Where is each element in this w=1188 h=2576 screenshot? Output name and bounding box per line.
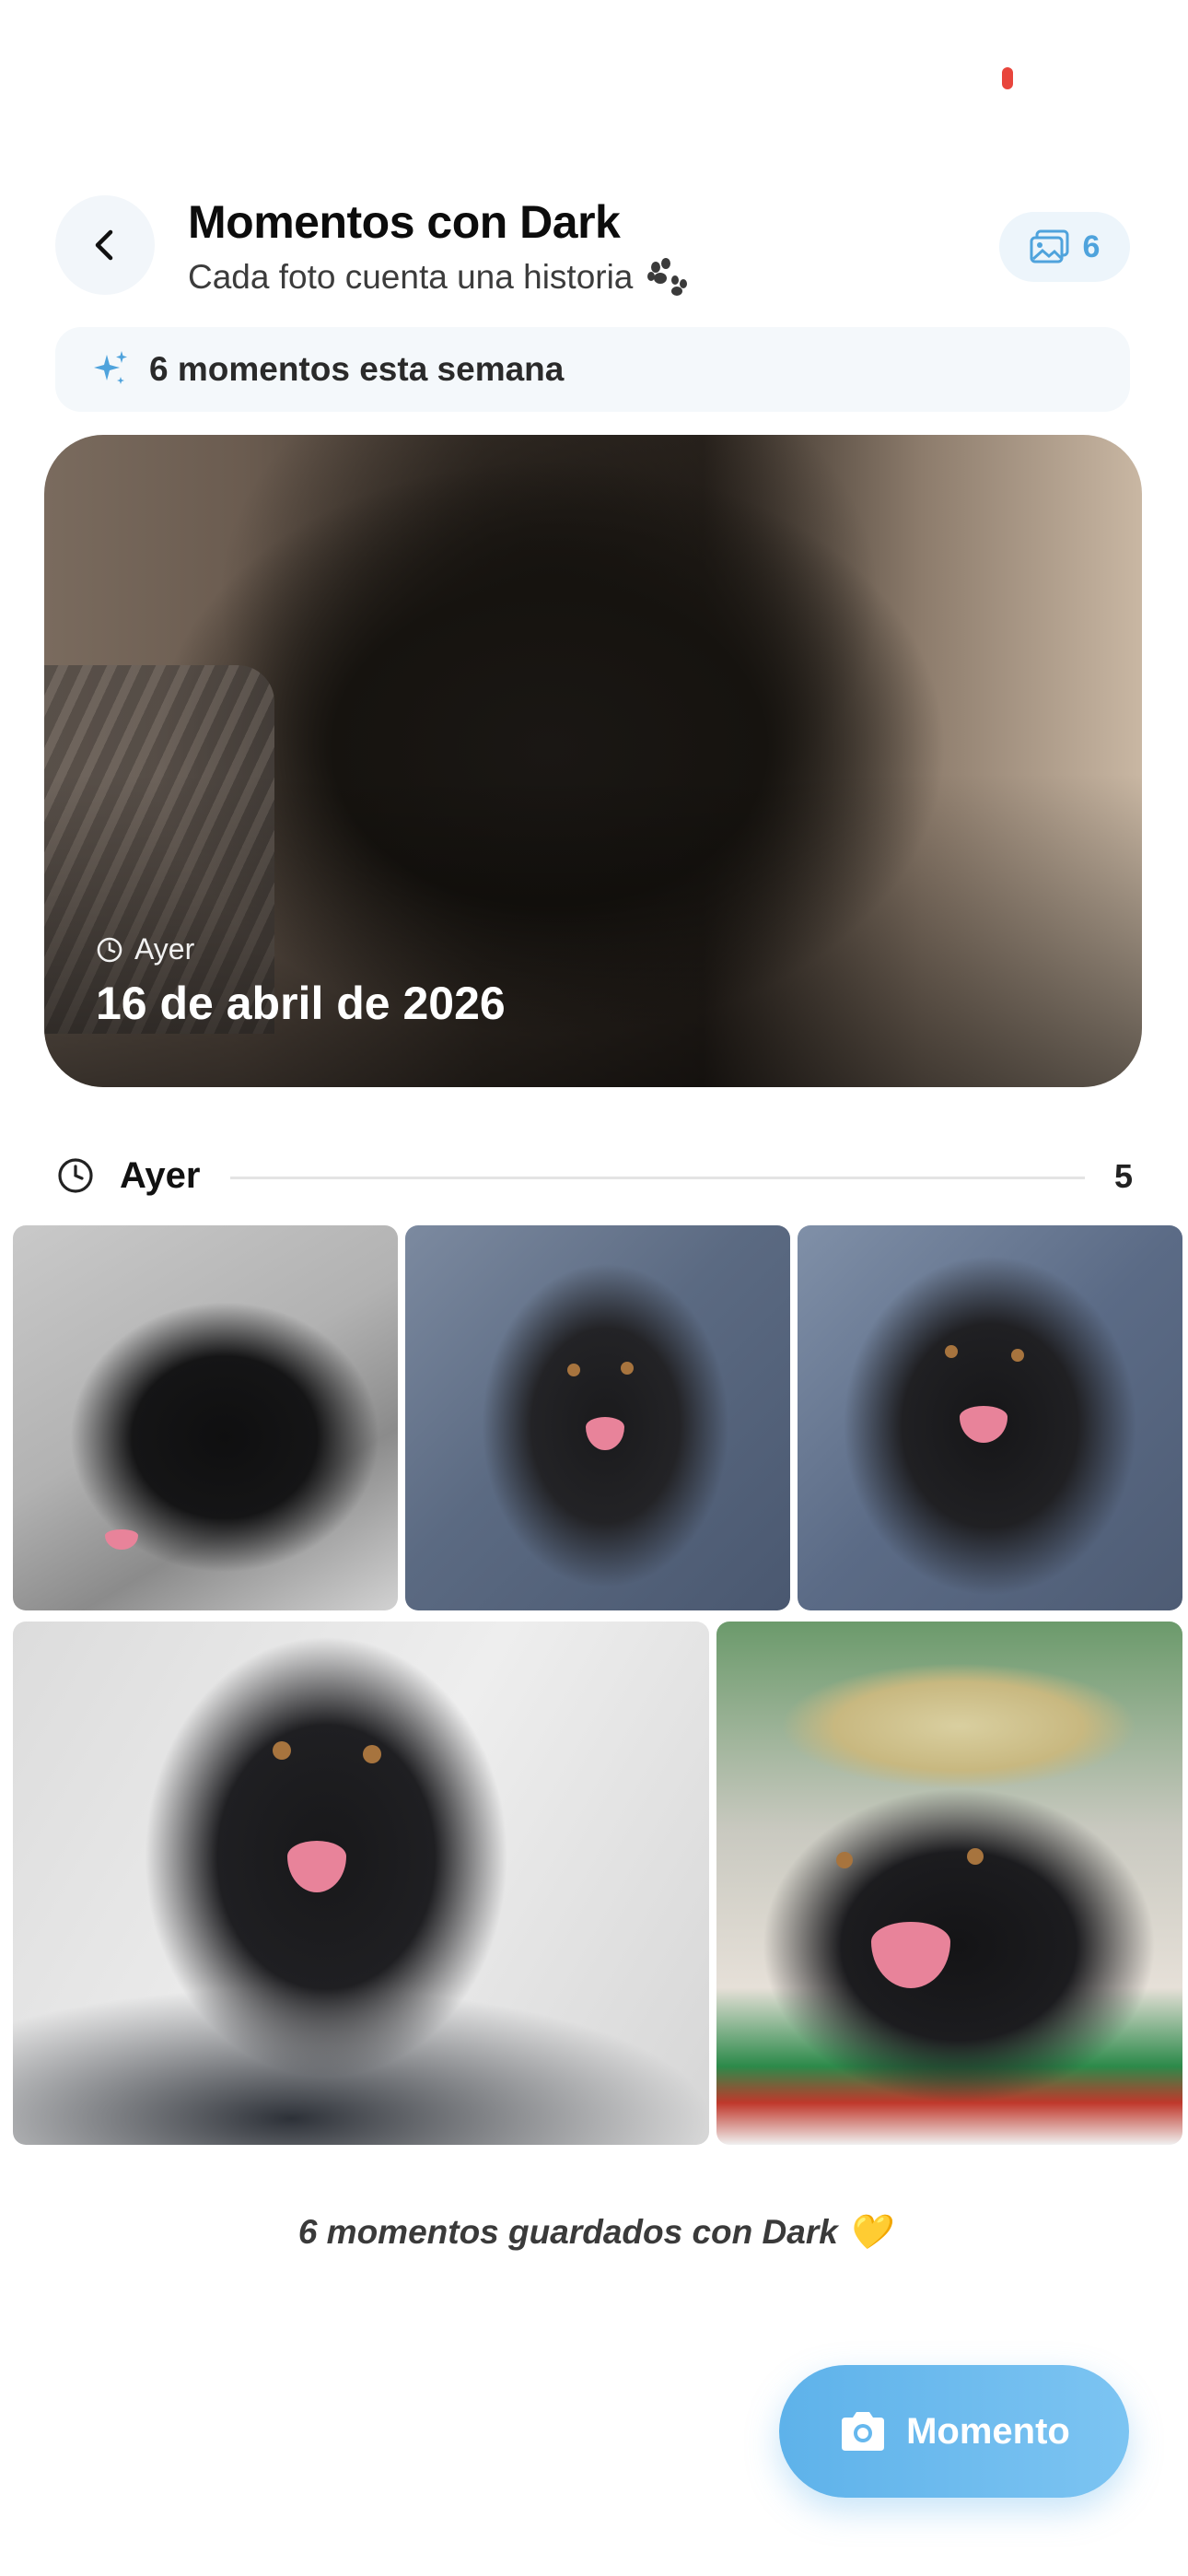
photo-thumbnail[interactable] xyxy=(13,1225,398,1610)
moments-saved-note: 6 momentos guardados con Dark 💛 xyxy=(297,2213,891,2251)
sparkles-icon xyxy=(94,351,127,384)
photo-detail xyxy=(871,1922,950,1988)
photo-detail xyxy=(960,1406,1007,1443)
photo-detail xyxy=(945,1345,958,1358)
section-divider xyxy=(230,1177,1085,1179)
page-subtitle: Cada foto cuenta una historia xyxy=(188,256,690,299)
gallery-icon xyxy=(1030,229,1069,263)
subtitle-text: Cada foto cuenta una historia xyxy=(188,258,634,296)
add-moment-label: Momento xyxy=(906,2410,1070,2452)
section-count: 5 xyxy=(1113,1157,1133,1195)
photo-detail xyxy=(363,1745,381,1763)
photo-detail xyxy=(273,1741,291,1760)
hero-relative-time: Ayer xyxy=(96,932,194,966)
header: Momentos con Dark Cada foto cuenta una h… xyxy=(0,195,1188,306)
photo-count: 6 xyxy=(1082,228,1101,264)
photo-thumbnail[interactable] xyxy=(716,1622,1182,2145)
photo-detail xyxy=(105,1529,138,1550)
photo-detail xyxy=(967,1848,984,1865)
photo-detail xyxy=(621,1362,634,1375)
clock-icon xyxy=(58,1158,93,1193)
photo-thumbnail[interactable] xyxy=(798,1225,1182,1610)
camera-icon xyxy=(842,2412,885,2451)
weekly-summary-text: 6 momentos esta semana xyxy=(149,350,565,388)
section-title: Ayer xyxy=(120,1155,201,1196)
back-button[interactable] xyxy=(55,195,155,295)
section-header-ayer: Ayer 5 xyxy=(55,1152,1133,1203)
recording-indicator xyxy=(1002,67,1013,89)
hero-date: 16 de abril de 2026 xyxy=(96,978,506,1029)
photo-detail xyxy=(287,1841,346,1892)
screen: Momentos con Dark Cada foto cuenta una h… xyxy=(0,0,1188,2576)
photo-detail xyxy=(567,1364,580,1376)
photo-detail xyxy=(1011,1349,1024,1362)
photo-thumbnail[interactable] xyxy=(13,1622,709,2145)
photo-thumbnail[interactable] xyxy=(405,1225,790,1610)
page-title: Momentos con Dark xyxy=(188,196,621,248)
paw-icon xyxy=(647,258,688,296)
hero-relative-time-label: Ayer xyxy=(134,932,195,966)
chevron-left-icon xyxy=(95,229,113,261)
photo-detail xyxy=(586,1417,624,1450)
photo-count-button[interactable]: 6 xyxy=(999,212,1130,282)
clock-icon xyxy=(97,937,122,962)
weekly-summary-banner: 6 momentos esta semana xyxy=(55,327,1130,412)
add-moment-button[interactable]: Momento xyxy=(779,2365,1129,2498)
hero-gradient-overlay xyxy=(44,774,1142,1087)
featured-photo-card[interactable]: Ayer 16 de abril de 2026 xyxy=(44,435,1142,1087)
photo-detail xyxy=(836,1852,853,1868)
